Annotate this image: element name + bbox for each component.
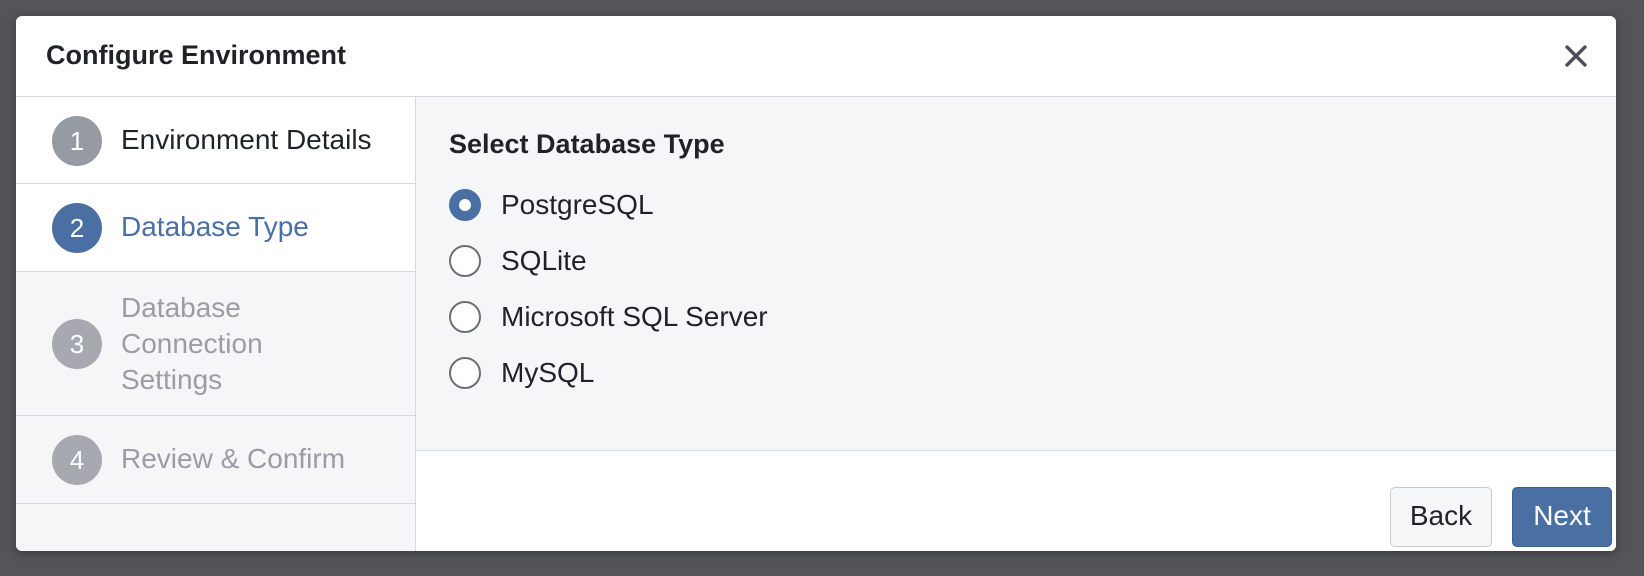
- step-number-badge: 3: [52, 319, 102, 369]
- radio-label: PostgreSQL: [501, 189, 654, 220]
- next-button[interactable]: Next: [1512, 487, 1612, 547]
- step-review-confirm: 4 Review & Confirm: [16, 416, 415, 504]
- step-label-line: Settings: [121, 364, 223, 395]
- radio-label: MySQL: [501, 357, 595, 388]
- radio-button[interactable]: [449, 301, 481, 333]
- section-title: Select Database Type: [449, 129, 725, 159]
- step-label: Database Type: [121, 211, 309, 242]
- step-database-connection-settings: 3 Database Connection Settings: [16, 272, 415, 416]
- dialog-footer: Back Next: [416, 451, 1616, 551]
- radio-button[interactable]: [449, 357, 481, 389]
- step-number-badge: 2: [52, 203, 102, 253]
- step-label: Environment Details: [121, 124, 372, 155]
- radio-label: SQLite: [501, 245, 587, 276]
- close-icon: [1565, 45, 1587, 67]
- back-button[interactable]: Back: [1390, 487, 1492, 547]
- step-label-line: Database: [121, 292, 241, 323]
- step-environment-details[interactable]: 1 Environment Details: [16, 97, 415, 184]
- step-label: Database Connection Settings: [121, 290, 263, 398]
- step-content-panel: Select Database Type PostgreSQL SQLite M…: [416, 97, 1616, 451]
- step-number-badge: 1: [52, 116, 102, 166]
- configure-environment-dialog: Configure Environment 1 Environment Deta…: [16, 16, 1616, 551]
- close-button[interactable]: [1558, 38, 1594, 74]
- step-number-badge: 4: [52, 435, 102, 485]
- step-database-type[interactable]: 2 Database Type: [16, 184, 415, 272]
- wizard-stepper: 1 Environment Details 2 Database Type 3 …: [16, 97, 416, 551]
- step-label-line: Connection: [121, 328, 263, 359]
- radio-button-checked[interactable]: [449, 189, 481, 221]
- step-label: Review & Confirm: [121, 443, 346, 474]
- radio-button[interactable]: [449, 245, 481, 277]
- dialog-title: Configure Environment: [46, 40, 347, 70]
- radio-label: Microsoft SQL Server: [501, 301, 768, 332]
- dialog-header: Configure Environment: [16, 16, 1616, 97]
